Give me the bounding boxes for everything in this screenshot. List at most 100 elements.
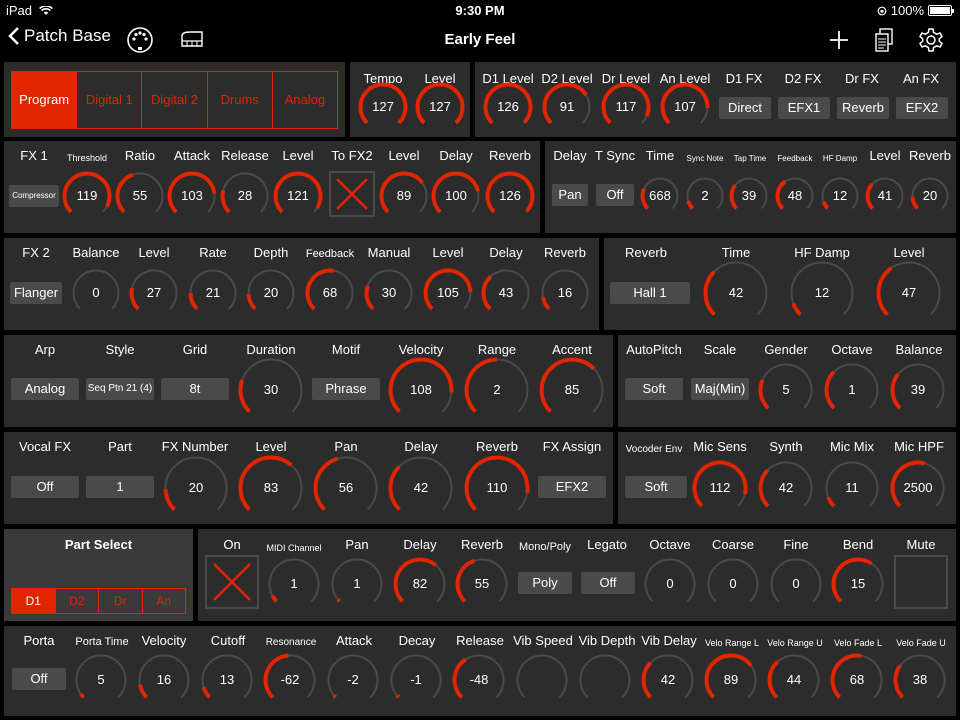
attack-knob[interactable]: 103 [167,171,217,221]
duration-knob[interactable]: 30 [238,357,304,423]
fine-knob[interactable]: 0 [769,557,823,611]
tap-time-knob[interactable]: 39 [729,176,769,216]
dr-fx-button[interactable]: Reverb [837,97,889,119]
balance-knob[interactable]: 39 [890,362,946,418]
tab-analog[interactable]: Analog [271,72,337,128]
tab-d1[interactable]: D1 [12,589,55,613]
gender-knob[interactable]: 5 [758,362,814,418]
arp-type-button[interactable]: Analog [11,378,79,400]
scale-button[interactable]: Maj(Min) [691,378,749,400]
an-fx-button[interactable]: EFX2 [896,97,948,119]
part-on-toggle[interactable] [205,555,259,609]
delay-knob[interactable]: 100 [431,171,481,221]
octave-knob[interactable]: 0 [643,557,697,611]
threshold-knob[interactable]: 119 [62,171,112,221]
velocity-knob[interactable]: 108 [388,357,454,423]
vocal-fx-type-button[interactable]: Off [11,476,79,498]
decay-knob[interactable]: -1 [389,653,443,707]
delay-knob[interactable]: 43 [481,268,531,318]
midi-channel-knob[interactable]: 1 [267,557,321,611]
mute-toggle[interactable] [894,555,948,609]
velo-fade-u-knob[interactable]: 38 [893,653,947,707]
d2-level-knob[interactable]: 91 [542,82,592,132]
porta-time-knob[interactable]: 5 [74,653,128,707]
release-knob[interactable]: 28 [220,171,270,221]
an-level-knob[interactable]: 107 [660,82,710,132]
gear-icon[interactable] [917,26,945,54]
ratio-knob[interactable]: 55 [115,171,165,221]
time-knob[interactable]: 668 [640,176,680,216]
sync-note-knob[interactable]: 2 [685,176,725,216]
vib-depth-knob[interactable] [578,653,632,707]
velo-range-l-knob[interactable]: 89 [704,653,758,707]
balance-knob[interactable]: 0 [71,268,121,318]
reverb-knob[interactable]: 16 [540,268,590,318]
bend-knob[interactable]: 15 [831,557,885,611]
level-knob[interactable]: 41 [865,176,905,216]
tab-program[interactable]: Program [12,72,77,128]
pan-knob[interactable]: 56 [313,455,379,521]
fx1-type-button[interactable]: Compressor [9,185,59,207]
attack-knob[interactable]: -2 [326,653,380,707]
d2-fx-button[interactable]: EFX1 [778,97,830,119]
reverb-knob[interactable]: 55 [455,557,509,611]
porta-type-button[interactable]: Off [12,668,66,690]
octave-knob[interactable]: 1 [824,362,880,418]
mic-sens-knob[interactable]: 112 [692,460,748,516]
tab-digital-1[interactable]: Digital 1 [76,72,141,128]
velo-fade-l-knob[interactable]: 68 [830,653,884,707]
rate-knob[interactable]: 21 [188,268,238,318]
d1-level-knob[interactable]: 126 [483,82,533,132]
level-knob[interactable]: 83 [238,455,304,521]
reverb-time-knob[interactable]: 42 [703,260,769,326]
feedback-knob[interactable]: 68 [305,268,355,318]
delay-knob[interactable]: 42 [388,455,454,521]
delay-knob[interactable]: 82 [393,557,447,611]
level-knob[interactable]: 27 [129,268,179,318]
mic-mix-knob[interactable]: 11 [824,460,880,516]
tempo-knob[interactable]: 127 [358,82,408,132]
vib-speed-knob[interactable] [515,653,569,707]
velocity-knob[interactable]: 16 [137,653,191,707]
reverb-knob[interactable]: 110 [464,455,530,521]
reverb-hf-damp-knob[interactable]: 12 [789,260,855,326]
fx2-type-button[interactable]: Flanger [10,282,62,304]
to-fx2-toggle[interactable] [329,171,375,217]
level-knob[interactable]: 89 [379,171,429,221]
mic-hpf-knob[interactable]: 2500 [890,460,946,516]
d1-fx-button[interactable]: Direct [719,97,771,119]
tab-digital-2[interactable]: Digital 2 [141,72,206,128]
accent-knob[interactable]: 85 [539,357,605,423]
documents-icon[interactable] [870,26,898,54]
coarse-knob[interactable]: 0 [706,557,760,611]
style-button[interactable]: Seq Ptn 21 (4) [86,378,154,400]
tab-d2[interactable]: D2 [54,589,99,613]
tab-drums[interactable]: Drums [206,72,272,128]
range-knob[interactable]: 2 [464,357,530,423]
t-sync-button[interactable]: Off [596,184,634,206]
depth-knob[interactable]: 20 [246,268,296,318]
vib-delay-knob[interactable]: 42 [641,653,695,707]
synth-knob[interactable]: 42 [758,460,814,516]
level-knob[interactable]: 121 [273,171,323,221]
hf-damp-knob[interactable]: 12 [820,176,860,216]
level-knob[interactable]: 105 [423,268,473,318]
grid-button[interactable]: 8t [161,378,229,400]
delay-type-button[interactable]: Pan [552,184,588,206]
tab-dr[interactable]: Dr [98,589,142,613]
autopitch-type-button[interactable]: Soft [625,378,683,400]
part-button[interactable]: 1 [86,476,154,498]
velo-range-u-knob[interactable]: 44 [767,653,821,707]
resonance-knob[interactable]: -62 [263,653,317,707]
pan-knob[interactable]: 1 [330,557,384,611]
feedback-knob[interactable]: 48 [775,176,815,216]
dr-level-knob[interactable]: 117 [601,82,651,132]
motif-button[interactable]: Phrase [312,378,380,400]
vocoder-env-button[interactable]: Soft [625,476,687,498]
fx-assign-button[interactable]: EFX2 [538,476,606,498]
reverb-knob[interactable]: 126 [485,171,535,221]
reverb-knob[interactable]: 20 [910,176,950,216]
reverb-type-button[interactable]: Hall 1 [610,282,690,304]
add-icon[interactable] [825,26,853,54]
reverb-level-knob[interactable]: 47 [876,260,942,326]
